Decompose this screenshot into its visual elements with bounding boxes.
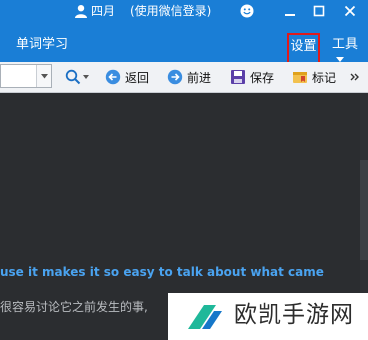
watermark: 欧凯手游网	[168, 293, 368, 340]
search-icon	[65, 69, 81, 85]
mark-button[interactable]: 标记	[292, 66, 336, 88]
mark-label: 标记	[312, 70, 337, 85]
save-button[interactable]: 保存	[230, 66, 274, 88]
watermark-text: 欧凯手游网	[234, 302, 354, 328]
more-button[interactable]	[350, 66, 360, 88]
save-label: 保存	[250, 70, 275, 85]
double-chevron-right-icon	[350, 73, 359, 81]
forward-label: 前进	[187, 70, 212, 85]
combo-dropdown[interactable]	[36, 65, 51, 87]
forward-button[interactable]: 前进	[167, 66, 211, 88]
menu-tools-label: 工具	[332, 37, 359, 52]
title-bar: 四月 (使用微信登录)	[0, 0, 368, 24]
maximize-icon	[313, 5, 325, 17]
back-button[interactable]: 返回	[105, 66, 149, 88]
user-name[interactable]: 四月	[91, 4, 115, 18]
save-icon	[231, 70, 245, 84]
close-button[interactable]	[340, 2, 360, 20]
chevron-down-icon	[40, 73, 48, 78]
login-hint[interactable]: (使用微信登录)	[130, 4, 211, 18]
user-icon	[75, 5, 87, 18]
back-label: 返回	[125, 70, 150, 85]
minimize-icon	[285, 14, 295, 16]
back-arrow-icon	[105, 69, 121, 85]
menu-bar: 单词学习 设置 工具	[0, 24, 368, 67]
chevron-down-icon	[83, 75, 89, 79]
maximize-button[interactable]	[309, 2, 329, 20]
smiley-button[interactable]	[237, 2, 257, 20]
toolbar: 返回 前进 保存 标记	[0, 62, 368, 93]
chinese-translation: 很容易讨论它之前发生的事,	[0, 300, 148, 314]
search-button[interactable]	[65, 66, 89, 88]
forward-arrow-icon	[167, 69, 183, 85]
menu-settings-label: 设置	[290, 39, 317, 54]
close-icon	[344, 5, 356, 17]
english-sentence[interactable]: use it makes it so easy to talk about wh…	[0, 265, 324, 279]
search-combo[interactable]	[0, 64, 52, 88]
bookmark-icon	[293, 72, 307, 83]
menu-word-study[interactable]: 单词学习	[16, 37, 68, 52]
scrollbar-thumb[interactable]	[360, 160, 368, 260]
minimize-button[interactable]	[280, 2, 300, 20]
smiley-icon	[240, 4, 254, 18]
watermark-logo-icon	[188, 305, 222, 329]
